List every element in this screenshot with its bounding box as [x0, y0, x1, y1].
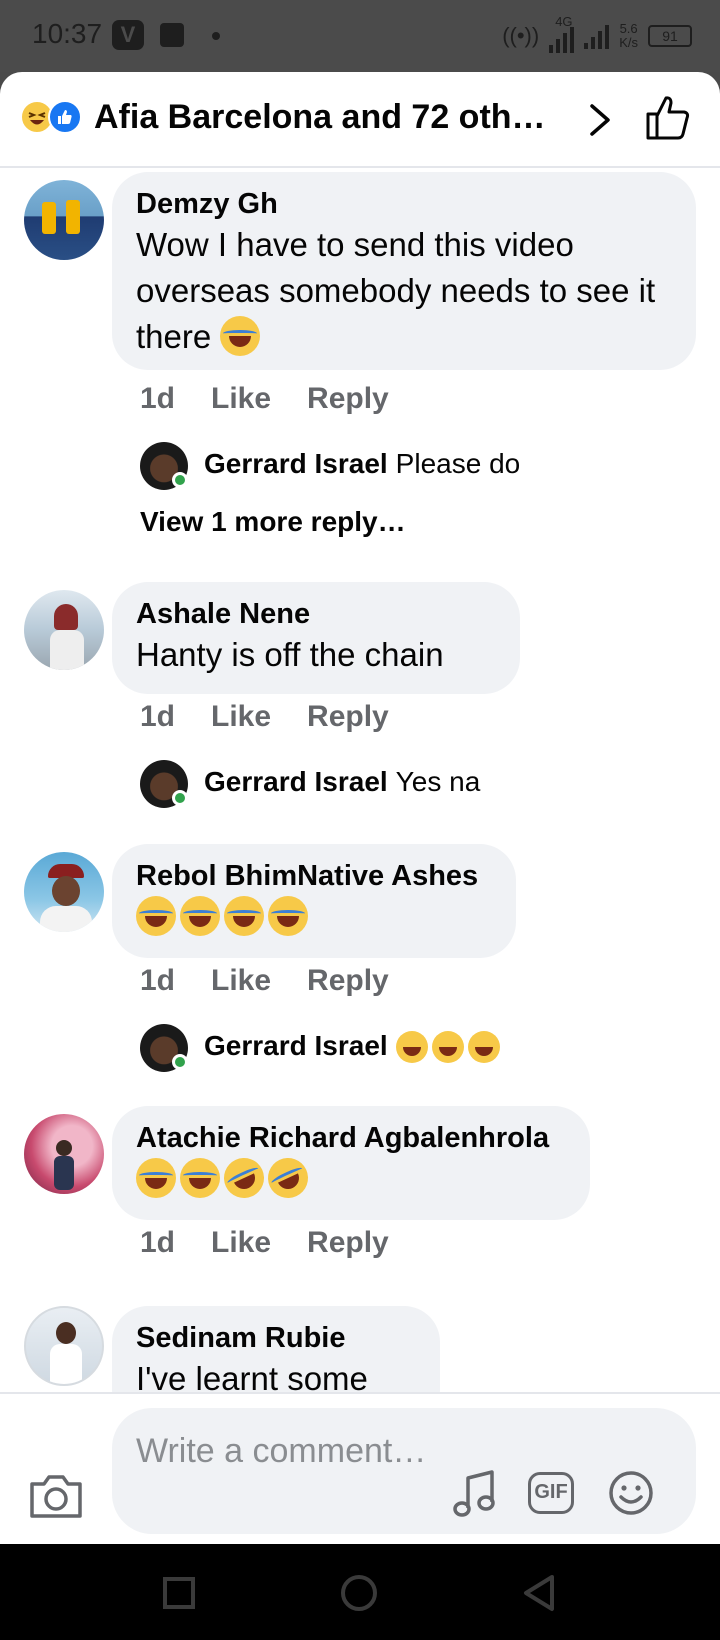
comment-author[interactable]: Sedinam Rubie [136, 1320, 416, 1356]
comment-actions: 1d Like Reply [140, 382, 389, 416]
reply-author[interactable]: Gerrard Israel [204, 1030, 388, 1061]
laughing-emoji-icon [136, 896, 176, 936]
comment-time: 1d [140, 700, 176, 733]
comment-actions: 1d Like Reply [140, 1226, 389, 1260]
comment-actions: 1d Like Reply [140, 700, 389, 734]
back-icon[interactable] [522, 1574, 556, 1612]
comment-input[interactable]: Write a comment… GIF [112, 1408, 696, 1534]
gif-label: GIF [534, 1481, 568, 1503]
reply-preview[interactable]: Gerrard Israel Yes na [204, 766, 480, 798]
system-navigation-bar [0, 1544, 720, 1640]
comments-sheet: Afia Barcelona and 72 oth… Demzy Gh Wow … [0, 72, 720, 1544]
camera-icon[interactable] [28, 1470, 84, 1520]
grinning-squint-emoji-icon [395, 1031, 428, 1063]
reaction-icons [20, 100, 84, 136]
comment-text: Wow I have to send this video overseas s… [136, 226, 656, 356]
comment-actions: 1d Like Reply [140, 964, 389, 998]
recent-apps-icon[interactable] [162, 1576, 196, 1610]
avatar[interactable] [24, 180, 104, 260]
network-signal-icon: 4G [549, 15, 575, 53]
comment-text [136, 894, 492, 940]
like-button[interactable]: Like [211, 964, 271, 998]
comment-author[interactable]: Ashale Nene [136, 596, 496, 632]
chevron-right-icon[interactable] [580, 98, 620, 142]
music-icon[interactable] [452, 1468, 500, 1518]
reply-button[interactable]: Reply [307, 382, 389, 416]
gif-icon[interactable]: GIF [528, 1472, 574, 1514]
emoji-icon[interactable] [608, 1470, 654, 1516]
more-notifications-dot [212, 32, 220, 40]
online-indicator [172, 472, 188, 488]
comment-bubble[interactable]: Rebol BhimNative Ashes [112, 844, 516, 958]
reply-text: Yes na [395, 766, 481, 797]
reply-author[interactable]: Gerrard Israel [204, 766, 388, 797]
avatar[interactable] [24, 1114, 104, 1194]
status-icons: ((•)) 4G 5.6 K/s 91 [502, 14, 692, 58]
reply-text: Please do [395, 448, 521, 479]
like-button[interactable]: Like [211, 700, 271, 734]
vpn-app-icon: V [112, 20, 144, 50]
online-indicator [172, 790, 188, 806]
reply-button[interactable]: Reply [307, 1226, 389, 1260]
like-button[interactable]: Like [211, 1226, 271, 1260]
app-notification-icon [160, 23, 184, 47]
reactions-header[interactable]: Afia Barcelona and 72 oth… [0, 72, 720, 168]
laughing-emoji-icon [136, 1158, 176, 1198]
laughing-emoji-icon [180, 1158, 220, 1198]
laughing-emoji-icon [180, 896, 220, 936]
reply-preview[interactable]: Gerrard Israel [204, 1030, 504, 1063]
grinning-squint-emoji-icon [431, 1031, 464, 1063]
comment-author[interactable]: Atachie Richard Agbalenhrola [136, 1120, 566, 1156]
comment-time: 1d [140, 382, 176, 415]
comment-bubble[interactable]: Ashale Nene Hanty is off the chain [112, 582, 520, 694]
like-button[interactable]: Like [211, 382, 271, 416]
reply-button[interactable]: Reply [307, 700, 389, 734]
status-time: 10:37 [32, 18, 103, 49]
online-indicator [172, 1054, 188, 1070]
avatar[interactable] [24, 852, 104, 932]
laughing-emoji-icon [268, 896, 308, 936]
comment-composer: Write a comment… GIF [0, 1392, 720, 1544]
reply-preview[interactable]: Gerrard Israel Please do [204, 448, 520, 480]
hotspot-icon: ((•)) [502, 23, 540, 48]
comment-placeholder: Write a comment… [136, 1432, 427, 1470]
comment-bubble[interactable]: Atachie Richard Agbalenhrola [112, 1106, 590, 1220]
grinning-squint-emoji-icon [467, 1031, 500, 1063]
avatar[interactable] [24, 1306, 104, 1386]
reply-author[interactable]: Gerrard Israel [204, 448, 388, 479]
like-outline-icon[interactable] [644, 94, 692, 142]
reactions-title[interactable]: Afia Barcelona and 72 oth… [94, 98, 564, 137]
rolling-laughing-emoji-icon [217, 1151, 271, 1205]
network-type: 4G [555, 14, 573, 29]
comment-bubble[interactable]: Demzy Gh Wow I have to send this video o… [112, 172, 696, 370]
reply-button[interactable]: Reply [307, 964, 389, 998]
comment-time: 1d [140, 1226, 176, 1259]
signal-strength-icon [584, 23, 610, 49]
view-more-replies-link[interactable]: View 1 more reply… [140, 506, 406, 538]
battery-icon: 91 [648, 25, 692, 47]
home-icon[interactable] [340, 1574, 378, 1612]
comment-time: 1d [140, 964, 176, 997]
comment-text [136, 1151, 566, 1205]
comment-author[interactable]: Rebol BhimNative Ashes [136, 858, 492, 894]
comment-author[interactable]: Demzy Gh [136, 186, 672, 222]
comment-text: Hanty is off the chain [136, 636, 444, 673]
laughing-emoji-icon [220, 316, 261, 356]
status-bar: 10:37 V ((•)) 4G 5.6 K/s 91 [0, 0, 720, 72]
laughing-emoji-icon [224, 896, 264, 936]
network-speed: 5.6 K/s [619, 21, 638, 50]
like-icon [48, 100, 82, 134]
rolling-laughing-emoji-icon [261, 1151, 315, 1205]
avatar[interactable] [24, 590, 104, 670]
